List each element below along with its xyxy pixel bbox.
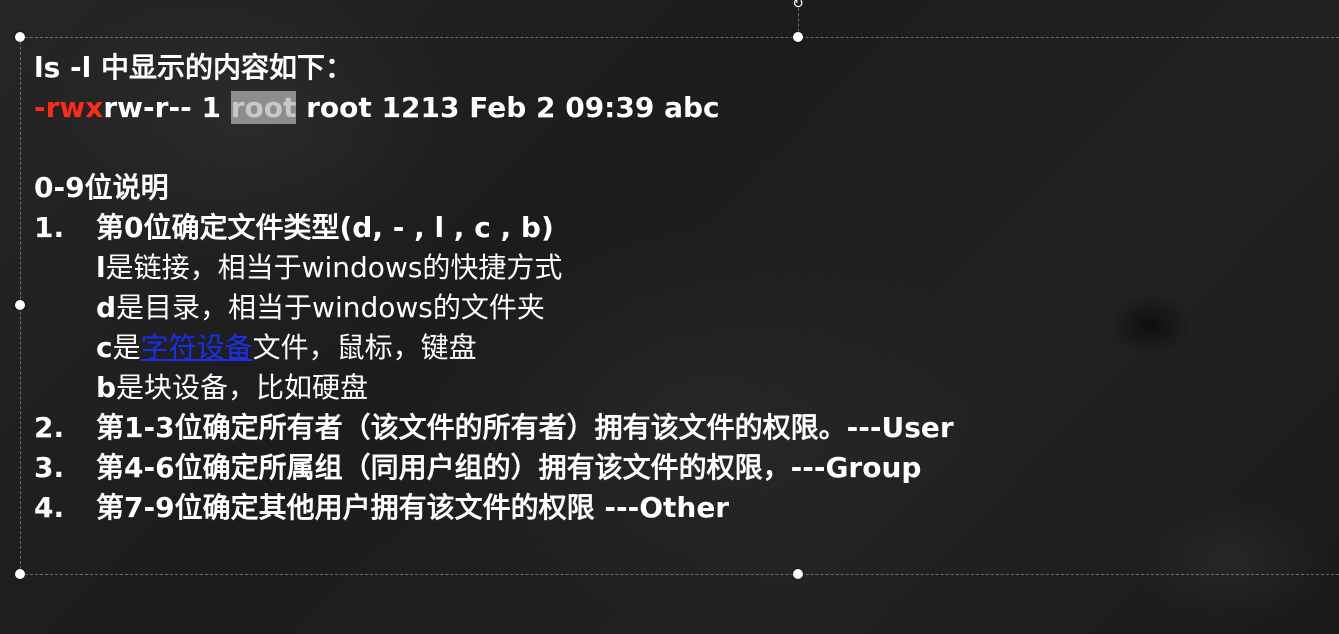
list-item: 2. 第1-3位确定所有者（该文件的所有者）拥有该文件的权限。---User <box>34 408 954 448</box>
list-number: 3. <box>34 451 65 484</box>
sub-item-l: l是链接，相当于windows的快捷方式 <box>34 248 954 288</box>
list-item-text: 第0位确定文件类型(d, - , l , c , b) <box>96 211 554 244</box>
sub-item-text-pre: 是 <box>112 331 141 364</box>
list-item: 3. 第4-6位确定所属组（同用户组的）拥有该文件的权限，---Group <box>34 448 954 488</box>
list-item-text: 第1-3位确定所有者（该文件的所有者）拥有该文件的权限。---User <box>96 411 954 444</box>
selection-border-top <box>20 37 1339 38</box>
resize-handle-bottom-left[interactable] <box>15 569 25 579</box>
sub-item-text: 是块设备，比如硬盘 <box>116 371 369 404</box>
section-title: 0-9位说明 <box>34 171 169 204</box>
owner-permission-rwx: rwx <box>45 91 104 124</box>
sub-item-b: b是块设备，比如硬盘 <box>34 368 954 408</box>
list-number: 1. <box>34 211 65 244</box>
list-item: 4. 第7-9位确定其他用户拥有该文件的权限 ---Other <box>34 488 954 528</box>
permission-line: -rwxrw-r-- 1 root root 1213 Feb 2 09:39 … <box>34 88 954 128</box>
char-device-link[interactable]: 字符设备 <box>141 331 253 364</box>
sub-item-letter: l <box>96 251 106 284</box>
resize-handle-top-left[interactable] <box>15 32 25 42</box>
file-type-dash: - <box>34 91 46 124</box>
resize-handle-bottom-middle[interactable] <box>793 569 803 579</box>
list-item: 1. 第0位确定文件类型(d, - , l , c , b) <box>34 208 954 248</box>
sub-item-c: c是字符设备文件，鼠标，键盘 <box>34 328 954 368</box>
slide-text-box[interactable]: ls -l 中显示的内容如下： -rwxrw-r-- 1 root root 1… <box>34 48 954 528</box>
list-item-text: 第7-9位确定其他用户拥有该文件的权限 ---Other <box>96 491 730 524</box>
permission-line-tail: root 1213 Feb 2 09:39 abc <box>296 91 720 124</box>
sub-item-text: 是链接，相当于windows的快捷方式 <box>105 251 563 284</box>
sub-item-text: 是目录，相当于windows的文件夹 <box>116 291 545 324</box>
sub-item-letter: c <box>96 331 113 364</box>
sub-item-letter: d <box>96 291 117 324</box>
resize-handle-middle-left[interactable] <box>15 300 25 310</box>
rotate-icon[interactable]: ↻ <box>790 0 806 12</box>
list-item-text: 第4-6位确定所属组（同用户组的）拥有该文件的权限，---Group <box>96 451 922 484</box>
sub-item-letter: b <box>96 371 117 404</box>
sub-item-text-post: 文件，鼠标，键盘 <box>252 331 477 364</box>
slide-heading: ls -l 中显示的内容如下： <box>34 51 353 84</box>
selection-border-bottom <box>20 574 1339 575</box>
sub-item-d: d是目录，相当于windows的文件夹 <box>34 288 954 328</box>
owner-name-highlight: root <box>230 91 297 124</box>
group-other-permissions: rw-r-- 1 <box>103 91 231 124</box>
list-number: 2. <box>34 411 65 444</box>
resize-handle-top-middle[interactable] <box>793 32 803 42</box>
list-number: 4. <box>34 491 65 524</box>
